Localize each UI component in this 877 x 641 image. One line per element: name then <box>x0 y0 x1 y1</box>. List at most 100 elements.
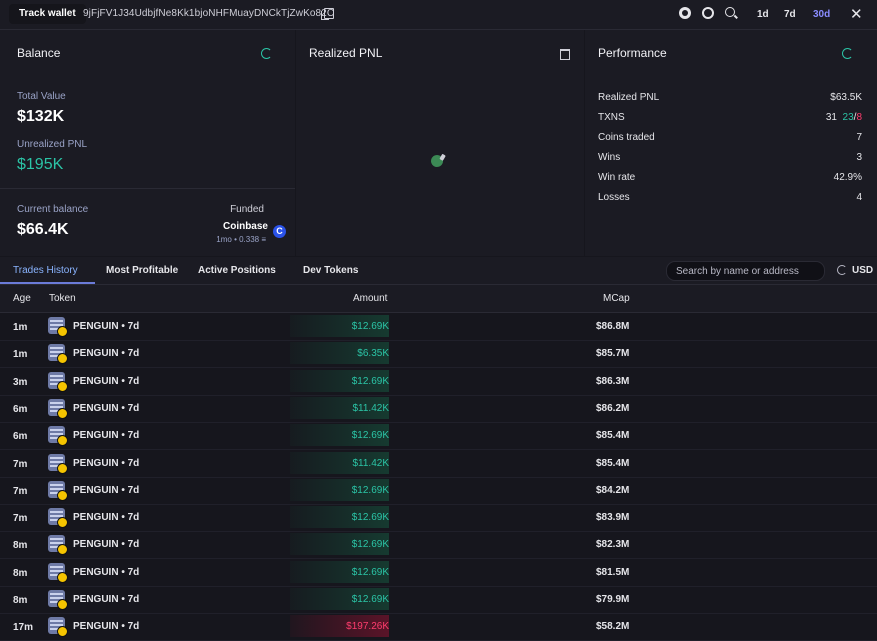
funded-label: Funded <box>230 204 264 215</box>
row-token[interactable]: PENGUIN • 7d <box>73 512 139 523</box>
col-mcap[interactable]: MCap <box>603 293 630 304</box>
row-amount: $12.69K <box>351 430 389 442</box>
row-age: 7m <box>13 485 28 497</box>
row-mcap: $85.7M <box>596 348 630 360</box>
row-token[interactable]: PENGUIN • 7d <box>73 321 139 332</box>
perf-value: 3 <box>856 152 862 163</box>
perf-realized-pnl: Realized PNL $63.5K <box>598 92 862 106</box>
row-amount: $12.69K <box>351 594 389 605</box>
row-mcap: $84.2M <box>596 484 630 496</box>
perf-value: 4 <box>856 192 862 203</box>
row-token[interactable]: PENGUIN • 7d <box>73 539 139 550</box>
table-row[interactable]: 8m PENGUIN • 7d $12.69K $81.5M <box>0 559 877 587</box>
table-row[interactable]: 6m PENGUIN • 7d $11.42K $86.2M <box>0 395 877 423</box>
token-badge-icon <box>57 326 68 337</box>
token-badge-icon <box>57 407 68 419</box>
table-row[interactable]: 17m PENGUIN • 7d $197.26K $58.2M <box>0 613 877 641</box>
search-placeholder: Search by name or address <box>676 266 799 277</box>
table-row[interactable]: 1m PENGUIN • 7d $6.35K $85.7M <box>0 340 877 369</box>
row-amount: $12.69K <box>351 375 389 387</box>
row-age: 8m <box>13 540 28 552</box>
row-age: 8m <box>13 567 28 579</box>
row-age: 6m <box>13 403 28 415</box>
row-mcap: $86.2M <box>596 402 630 414</box>
table-row[interactable]: 7m PENGUIN • 7d $11.42K $85.4M <box>0 450 877 478</box>
table-row[interactable]: 3m PENGUIN • 7d $12.69K $86.3M <box>0 368 877 396</box>
row-token[interactable]: PENGUIN • 7d <box>73 621 139 632</box>
row-token[interactable]: PENGUIN • 7d <box>73 430 139 441</box>
table-row[interactable]: 8m PENGUIN • 7d $12.69K $82.3M <box>0 531 877 560</box>
total-value: $132K <box>17 108 65 125</box>
solscan-icon[interactable] <box>679 7 691 19</box>
table-row[interactable]: 7m PENGUIN • 7d $12.69K $84.2M <box>0 477 877 505</box>
row-amount: $12.69K <box>351 512 389 524</box>
row-token[interactable]: PENGUIN • 7d <box>73 458 139 469</box>
timeframe-7d[interactable]: 7d <box>784 9 796 20</box>
unrealized-pnl-label: Unrealized PNL <box>17 139 88 150</box>
perf-value: 42.9% <box>833 172 862 183</box>
table-row[interactable]: 1m PENGUIN • 7d $12.69K $86.8M <box>0 313 877 341</box>
col-token[interactable]: Token <box>49 293 76 304</box>
table-row[interactable]: 6m PENGUIN • 7d $12.69K $85.4M <box>0 422 877 451</box>
refresh-icon[interactable] <box>261 48 272 59</box>
row-amount: $11.42K <box>352 457 389 469</box>
realized-pnl-panel: Realized PNL <box>296 30 584 256</box>
currency-label[interactable]: USD <box>852 265 873 276</box>
performance-panel: Performance Realized PNL $63.5K TXNS 31 … <box>585 30 877 256</box>
row-mcap: $79.9M <box>596 594 630 605</box>
track-wallet-button[interactable]: Track wallet <box>9 4 86 24</box>
token-badge-icon <box>57 599 68 610</box>
search-icon[interactable] <box>725 7 735 17</box>
row-amount: $11.42K <box>352 402 389 414</box>
row-mcap: $85.4M <box>596 430 630 442</box>
perf-txns-sells: 8 <box>856 112 862 123</box>
refresh-icon[interactable] <box>842 48 853 59</box>
search-input[interactable]: Search by name or address <box>666 261 825 281</box>
tab-trades-history[interactable]: Trades History <box>13 265 78 276</box>
unrealized-pnl-value: $195K <box>17 156 64 173</box>
timeframe-30d[interactable]: 30d <box>813 9 830 20</box>
explorer-icon[interactable] <box>702 7 714 19</box>
perf-win-rate: Win rate 42.9% <box>598 172 862 186</box>
divider <box>0 188 295 189</box>
wallet-address[interactable]: 9jFjFV1J34UdbjfNe8Kk1bjoNHFMuayDNCkTjZwK… <box>83 8 334 19</box>
row-token[interactable]: PENGUIN • 7d <box>73 485 139 496</box>
perf-value: $63.5K <box>830 92 862 103</box>
row-mcap: $86.3M <box>596 375 630 387</box>
perf-coins-traded: Coins traded 7 <box>598 132 862 146</box>
token-badge-icon <box>57 380 68 392</box>
tab-dev-tokens[interactable]: Dev Tokens <box>303 265 358 276</box>
row-amount: $12.69K <box>351 566 389 578</box>
row-age: 3m <box>13 376 28 388</box>
balance-panel: Balance Total Value $132K Unrealized PNL… <box>0 30 295 256</box>
tab-active-positions[interactable]: Active Positions <box>198 265 276 276</box>
realized-pnl-title: Realized PNL <box>309 46 383 60</box>
table-row[interactable]: 8m PENGUIN • 7d $12.69K $79.9M <box>0 586 877 614</box>
copy-icon[interactable] <box>321 8 334 20</box>
active-tab-indicator <box>0 282 95 284</box>
tab-bar: Trades History Most Profitable Active Po… <box>0 257 877 285</box>
currency-toggle-icon[interactable] <box>837 265 847 275</box>
current-balance-label: Current balance <box>17 204 89 215</box>
table-row[interactable]: 7m PENGUIN • 7d $12.69K $83.9M <box>0 504 877 533</box>
row-mcap: $83.9M <box>596 512 630 524</box>
tab-most-profitable[interactable]: Most Profitable <box>106 265 178 276</box>
row-token[interactable]: PENGUIN • 7d <box>73 376 139 387</box>
row-mcap: $86.8M <box>596 321 630 332</box>
token-badge-icon <box>57 571 68 583</box>
perf-txns-total: 31 <box>825 112 837 123</box>
row-token[interactable]: PENGUIN • 7d <box>73 567 139 578</box>
calendar-icon[interactable] <box>560 49 570 60</box>
total-value-label: Total Value <box>17 91 66 102</box>
col-age[interactable]: Age <box>13 293 31 304</box>
col-amount[interactable]: Amount <box>353 293 387 304</box>
row-token[interactable]: PENGUIN • 7d <box>73 403 139 414</box>
row-mcap: $81.5M <box>596 566 630 578</box>
row-token[interactable]: PENGUIN • 7d <box>73 348 139 359</box>
row-amount: $12.69K <box>351 484 389 496</box>
row-mcap: $85.4M <box>596 457 630 469</box>
close-icon[interactable]: ✕ <box>850 5 863 23</box>
funded-source[interactable]: Coinbase <box>223 221 268 232</box>
timeframe-1d[interactable]: 1d <box>757 9 769 20</box>
row-token[interactable]: PENGUIN • 7d <box>73 594 139 605</box>
